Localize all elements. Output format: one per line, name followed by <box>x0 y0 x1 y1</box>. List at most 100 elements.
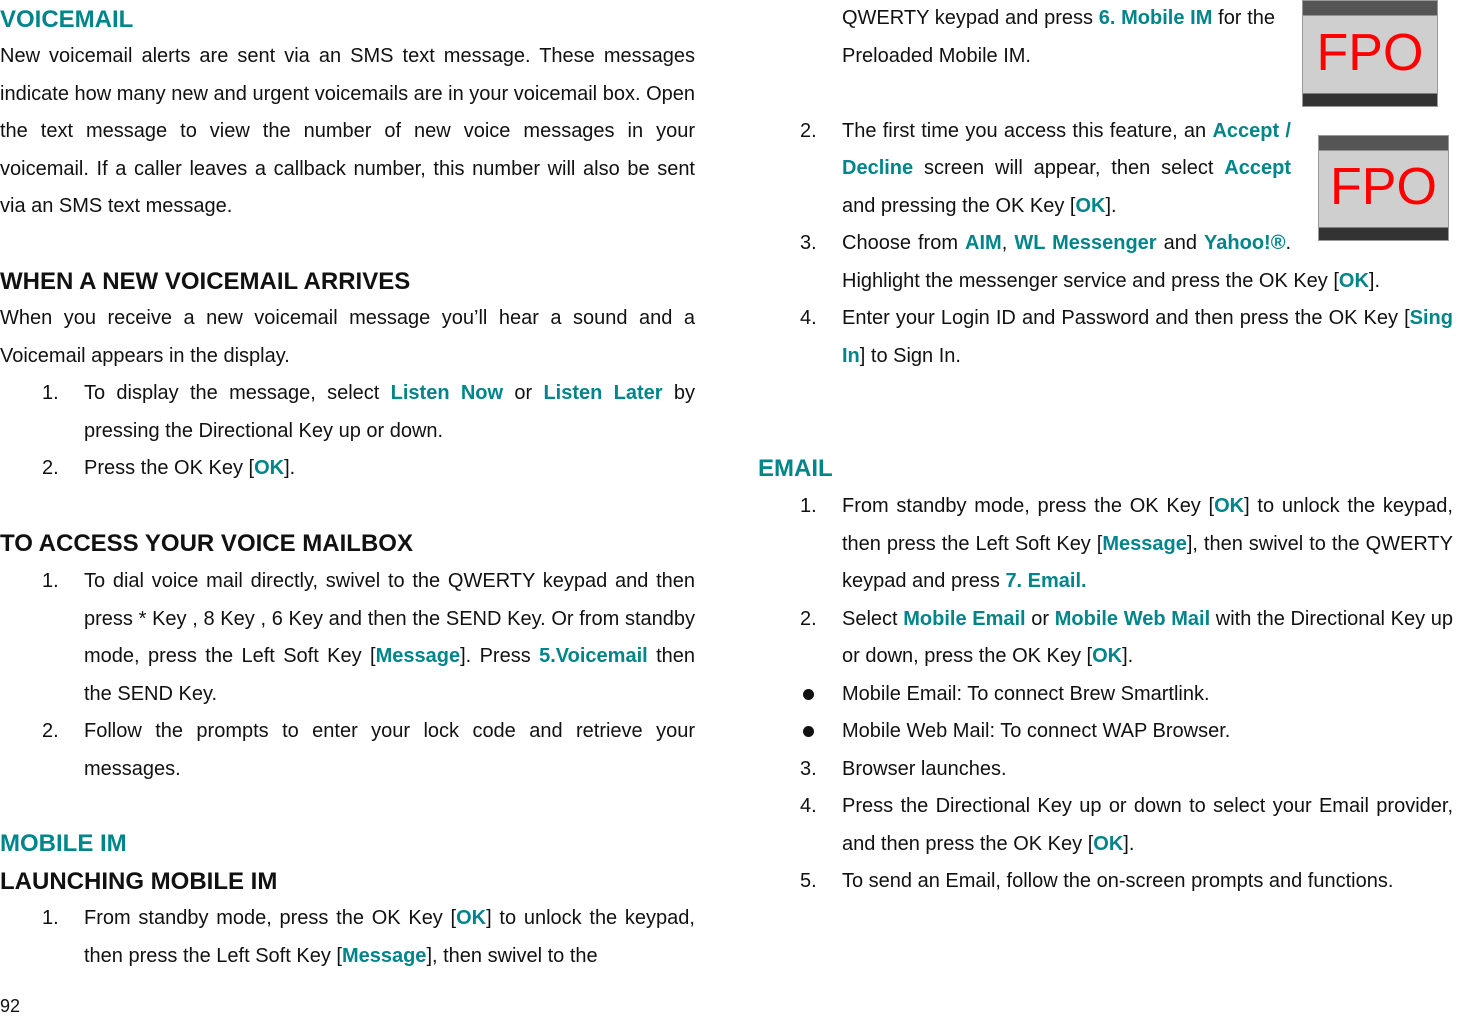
list-number: 1. <box>800 495 817 517</box>
highlighted-term: OK <box>1338 269 1369 292</box>
list-number: 3. <box>800 232 817 254</box>
text-segment: QWERTY keypad and press <box>842 7 1099 29</box>
launching-mobile-im-heading: LAUNCHING MOBILE IM <box>0 868 278 895</box>
access-mailbox-heading: TO ACCESS YOUR VOICE MAILBOX <box>0 530 413 557</box>
list-item: 5. To send an Email, follow the on-screen… <box>758 863 1453 901</box>
list-item: 2. Select Mobile Email or Mobile Web Mail… <box>758 601 1453 676</box>
text-segment: ] to Sign In. <box>859 344 961 367</box>
text-segment: The first time you access this feature, … <box>842 119 1213 142</box>
bullet-wrapper: Mobile Email: To connect Brew Smartlink.… <box>758 676 1453 751</box>
text-segment: Press the Directional Key up or down to … <box>842 795 1453 855</box>
bullet-list: Mobile Email: To connect Brew Smartlink.… <box>800 676 1453 751</box>
fpo-label: FPO <box>1316 23 1424 82</box>
bullet-item: Mobile Email: To connect Brew Smartlink. <box>800 676 1453 714</box>
list-item: 1. To dial voice mail directly, swivel to… <box>0 563 695 713</box>
list-number: 1. <box>42 907 59 929</box>
list-item: 1. To display the message, select Listen … <box>0 375 695 450</box>
phone-screen-image-messenger: FPO <box>1318 135 1449 241</box>
list-item-text: Select Mobile Email or Mobile Web Mail w… <box>842 608 1453 668</box>
highlighted-term: OK <box>456 907 487 929</box>
list-number: 2. <box>42 720 59 742</box>
list-item: 4. Press the Directional Key up or down t… <box>758 788 1453 863</box>
page-number: 92 <box>0 996 21 1016</box>
new-voicemail-paragraph: When you receive a new voicemail message… <box>0 300 695 375</box>
text-segment: ]. <box>1368 269 1381 292</box>
list-item-text: Follow the prompts to enter your lock co… <box>84 720 695 780</box>
text-segment: ]. <box>1105 194 1117 217</box>
list-number: 1. <box>42 570 59 592</box>
highlighted-term: Listen Later <box>543 382 663 404</box>
email-steps: 1. From standby mode, press the OK Key [O… <box>758 488 1453 901</box>
highlighted-term: Listen Now <box>390 382 504 404</box>
highlighted-term: OK <box>254 457 285 479</box>
text-segment: ]. <box>1123 832 1135 855</box>
text-segment: Follow the prompts to enter your lock co… <box>84 720 695 780</box>
list-number: 2. <box>800 119 817 142</box>
text-segment: screen will appear, then select <box>913 157 1225 179</box>
text-segment: ]. <box>1122 645 1134 667</box>
list-number: 2. <box>42 457 59 479</box>
highlighted-term: OK <box>1092 645 1123 667</box>
text-segment: , <box>1001 232 1015 254</box>
list-number: 4. <box>800 307 817 329</box>
bullet-item: Mobile Web Mail: To connect WAP Browser. <box>800 713 1453 751</box>
list-item-text: To display the message, select Listen No… <box>84 382 695 442</box>
list-item: 2. Press the OK Key [OK]. <box>0 450 695 488</box>
text-segment: ], then swivel to the <box>426 944 598 967</box>
voicemail-heading: VOICEMAIL <box>0 6 134 33</box>
text-segment: From standby mode, press the OK Key [ <box>84 907 457 929</box>
list-item-text: Browser launches. <box>842 758 1007 780</box>
list-item: 1. From standby mode, press the OK Key [O… <box>758 488 1453 601</box>
fpo-label: FPO <box>1330 157 1437 216</box>
list-item-text: The first time you access this feature, … <box>842 120 1291 217</box>
email-heading: EMAIL <box>758 455 833 482</box>
list-number: 2. <box>800 607 817 630</box>
highlighted-term: Accept <box>1224 157 1291 179</box>
list-item-text: From standby mode, press the OK Key [OK]… <box>84 907 695 967</box>
highlighted-term: Message <box>1102 532 1187 555</box>
list-item-text: To send an Email, follow the on-screen p… <box>842 870 1393 892</box>
text-segment: and <box>1156 232 1205 254</box>
text-segment: Select <box>842 607 904 630</box>
highlighted-term: Message <box>375 645 461 667</box>
mobile-im-heading: MOBILE IM <box>0 830 127 857</box>
highlighted-term: OK <box>1214 495 1245 517</box>
highlighted-term: 7. Email. <box>1005 570 1087 592</box>
list-item-text: Choose from AIM, WL Messenger and Yahoo!… <box>842 232 1380 292</box>
phone-screen-image-mobile-im: FPO <box>1302 0 1438 107</box>
mobile-im-steps: 1. From standby mode, press the OK Key [O… <box>0 900 695 975</box>
text-segment: and pressing the OK Key [ <box>842 194 1076 217</box>
new-voicemail-steps: 1. To display the message, select Listen … <box>0 375 695 488</box>
highlighted-term: Message <box>341 944 427 967</box>
text-segment: Press the OK Key [ <box>84 457 255 479</box>
highlighted-term: WL Messenger <box>1014 232 1157 254</box>
highlighted-term: Mobile Web Mail <box>1054 607 1211 630</box>
list-item-text: Press the OK Key [OK]. <box>84 457 295 479</box>
text-segment: Browser launches. <box>842 757 1007 780</box>
highlighted-term: OK <box>1075 194 1106 217</box>
list-item-text: Enter your Login ID and Password and the… <box>842 307 1453 367</box>
access-mailbox-steps: 1. To dial voice mail directly, swivel to… <box>0 563 695 788</box>
text-segment: New voicemail alerts are sent via an SMS… <box>0 45 695 217</box>
text-segment: Choose from <box>842 232 966 254</box>
text-segment: Enter your Login ID and Password and the… <box>842 307 1410 329</box>
list-number: 5. <box>800 870 817 892</box>
list-item: 2. Follow the prompts to enter your lock … <box>0 713 695 788</box>
text-segment: To display the message, select <box>84 382 391 404</box>
new-voicemail-heading: WHEN A NEW VOICEMAIL ARRIVES <box>0 268 411 295</box>
list-item-text: Press the Directional Key up or down to … <box>842 795 1453 855</box>
text-segment: or <box>503 382 544 404</box>
text-segment: or <box>1025 607 1055 630</box>
voicemail-paragraph: New voicemail alerts are sent via an SMS… <box>0 38 695 226</box>
list-number: 4. <box>800 795 817 817</box>
highlighted-term: 6. Mobile IM <box>1098 7 1213 29</box>
text-segment: When you receive a new voicemail message… <box>0 307 695 367</box>
list-number: 3. <box>800 757 817 780</box>
list-item-text: From standby mode, press the OK Key [OK]… <box>842 495 1453 592</box>
list-item: 4. Enter your Login ID and Password and t… <box>758 300 1453 375</box>
text-segment: ]. Press <box>460 645 540 667</box>
text-segment: ]. <box>284 457 296 479</box>
text-segment: From standby mode, press the OK Key [ <box>842 495 1215 517</box>
list-item: 3. Browser launches. <box>758 751 1453 789</box>
list-item: 1. From standby mode, press the OK Key [O… <box>0 900 695 975</box>
